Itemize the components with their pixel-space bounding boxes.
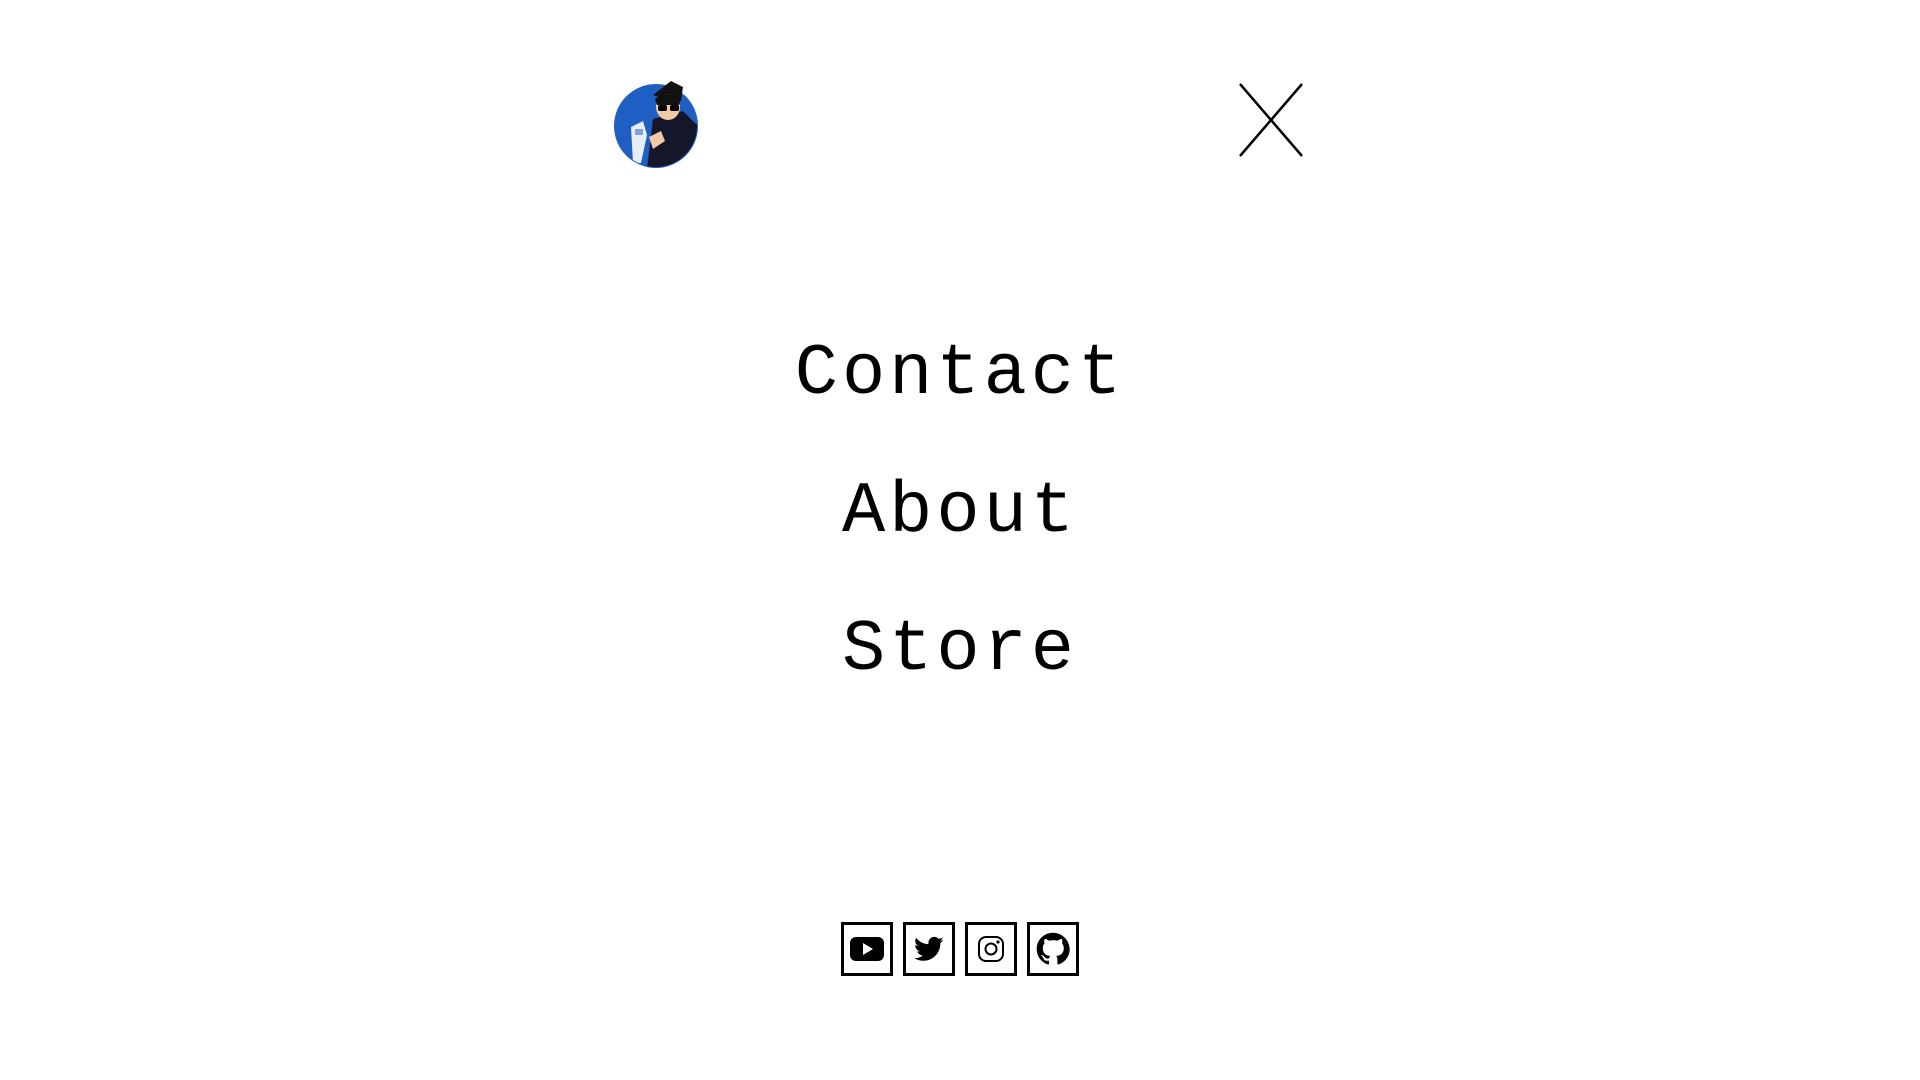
contact-link[interactable]: Contact <box>795 333 1125 415</box>
close-icon <box>1239 83 1303 157</box>
store-link[interactable]: Store <box>842 609 1078 691</box>
avatar-link[interactable] <box>613 75 699 169</box>
twitter-link[interactable] <box>903 922 955 976</box>
menu-item-about: About <box>0 443 1920 581</box>
close-button[interactable] <box>1236 80 1306 160</box>
github-link[interactable] <box>1027 922 1079 976</box>
instagram-link[interactable] <box>965 922 1017 976</box>
twitter-icon <box>914 936 944 961</box>
menu-item-store: Store <box>0 581 1920 719</box>
about-link[interactable]: About <box>842 471 1078 553</box>
avatar-icon <box>614 81 698 168</box>
youtube-icon <box>850 937 884 961</box>
instagram-icon <box>978 936 1004 962</box>
nav-menu: Contact About Store <box>0 305 1920 719</box>
social-links <box>0 922 1920 976</box>
github-icon <box>1036 932 1070 965</box>
menu-item-contact: Contact <box>0 305 1920 443</box>
youtube-link[interactable] <box>841 922 893 976</box>
